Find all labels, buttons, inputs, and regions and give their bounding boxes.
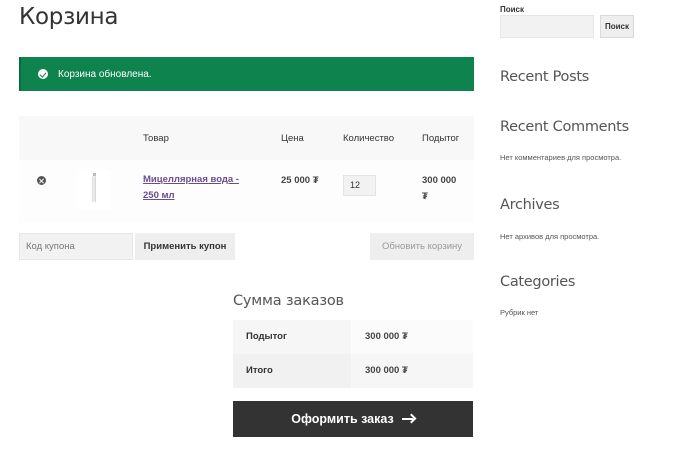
totals-label: Подытог [233,320,351,354]
cart-totals-title: Сумма заказов [233,293,344,309]
cart-actions: Код купона Применить купон Обновить корз… [19,233,474,260]
bottle-image [92,173,96,202]
totals-row-total: Итого 300 000 ₮ [233,354,473,388]
search-button[interactable]: Поиск [600,15,634,38]
page-title: Корзина [19,4,119,30]
totals-label: Итого [233,354,351,388]
widget-title-recent-comments: Recent Comments [500,119,629,135]
cart-item-row: Мицеллярная вода - 250 мл 25 000 ₮ 300 0… [19,160,474,223]
cart-totals-table: Подытог 300 000 ₮ Итого 300 000 ₮ [233,320,473,388]
cart-table-header: Товар Цена Количество Подытог [19,116,474,160]
remove-item-icon[interactable] [37,176,46,185]
cart-updated-notice: Корзина обновлена. [19,57,474,91]
product-thumbnail[interactable] [77,170,111,210]
search-label: Поиск [500,5,525,14]
quantity-input[interactable]: 12 [343,175,376,196]
checkout-button[interactable]: Оформить заказ [233,401,473,437]
header-price: Цена [281,133,304,144]
update-cart-button[interactable]: Обновить корзину [370,233,474,260]
widget-title-categories: Categories [500,274,576,290]
totals-value: 300 000 ₮ [351,320,473,354]
search-input[interactable] [500,15,594,38]
notice-message: Корзина обновлена. [58,68,152,80]
header-subtotal: Подытог [422,133,460,144]
totals-row-subtotal: Подытог 300 000 ₮ [233,320,473,354]
arrow-right-icon [401,414,415,424]
widget-title-archives: Archives [500,197,560,213]
totals-value: 300 000 ₮ [351,354,473,388]
check-circle-icon [38,69,48,79]
product-name-link[interactable]: Мицеллярная вода - 250 мл [143,172,253,204]
header-quantity: Количество [343,133,395,144]
checkout-label: Оформить заказ [291,412,394,426]
header-product: Товар [143,133,169,144]
cart-table: Товар Цена Количество Подытог Мицеллярна… [19,116,474,223]
apply-coupon-button[interactable]: Применить купон [135,233,235,260]
item-subtotal: 300 000 ₮ [422,175,457,202]
widget-title-recent-posts: Recent Posts [500,69,590,85]
widget-text-categories: Рубрик нет [500,308,539,317]
widget-text-recent-comments: Нет комментариев для просмотра. [500,153,622,162]
widget-text-archives: Нет архивов для просмотра. [500,232,600,241]
coupon-code-input[interactable]: Код купона [19,233,133,260]
item-price: 25 000 ₮ [281,175,319,186]
